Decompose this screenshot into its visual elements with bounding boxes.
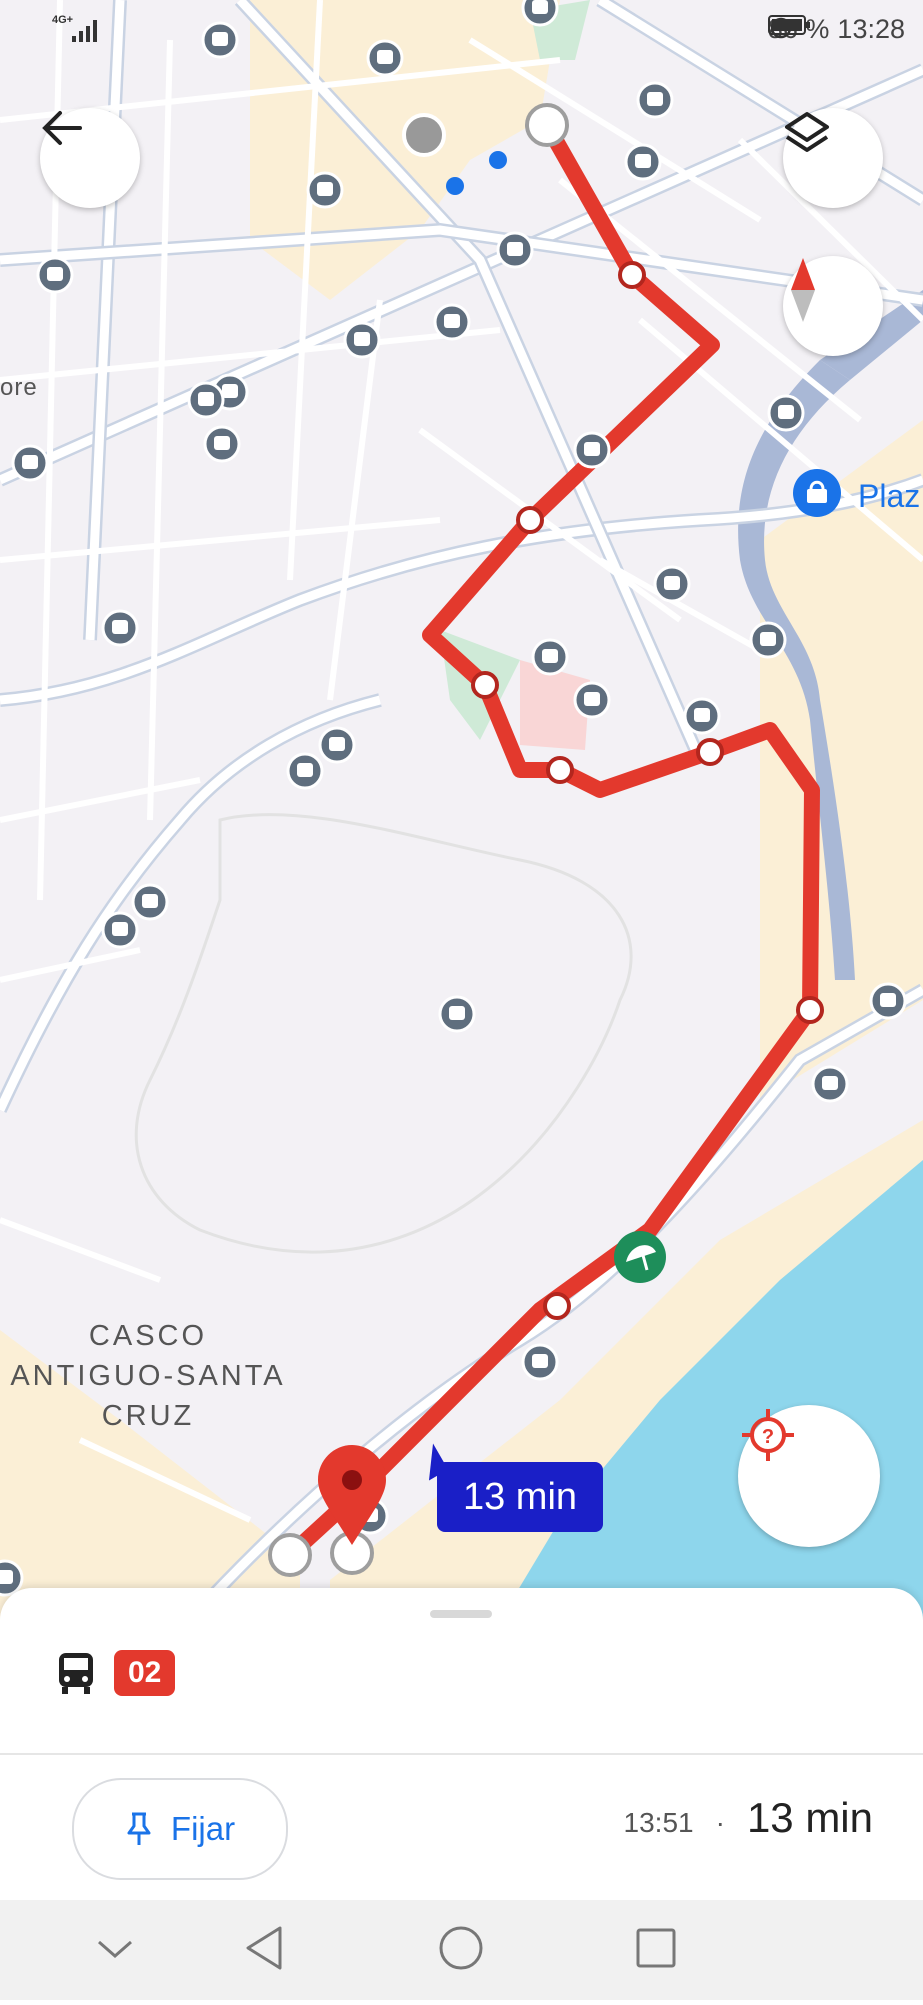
bus-stop-icon bbox=[101, 911, 139, 949]
bus-stop-icon bbox=[343, 321, 381, 359]
minor-road bbox=[0, 1217, 162, 1283]
bus-stop-icon bbox=[203, 425, 241, 463]
route-start-marker bbox=[525, 103, 569, 147]
compass-button[interactable] bbox=[783, 256, 883, 356]
bus-stop-icon bbox=[306, 171, 344, 209]
route-number-badge: 02 bbox=[114, 1650, 176, 1696]
bus-stop-icon bbox=[438, 995, 476, 1033]
home-icon[interactable] bbox=[439, 1926, 483, 1970]
bus-stop-icon bbox=[683, 697, 721, 735]
shopping-bag-icon bbox=[793, 469, 841, 517]
network-type: 4G+ bbox=[52, 14, 74, 26]
major-road-fill bbox=[85, 0, 125, 641]
previous-location-marker bbox=[402, 113, 446, 157]
back-arrow-icon bbox=[42, 111, 82, 145]
route-stop-marker bbox=[546, 756, 574, 784]
bus-stop-icon bbox=[286, 752, 324, 790]
bus-stop-icon bbox=[573, 681, 611, 719]
minor-road bbox=[327, 299, 383, 701]
recents-icon[interactable] bbox=[636, 1928, 676, 1968]
duration-callout: 13 min bbox=[437, 1462, 603, 1532]
layers-button[interactable] bbox=[783, 108, 883, 208]
system-navigation-bar bbox=[0, 1900, 923, 2000]
bus-stop-icon bbox=[573, 431, 611, 469]
bus-stop-icon bbox=[131, 883, 169, 921]
place-label-plaza[interactable]: Plaz bbox=[858, 478, 920, 515]
route-summary[interactable]: 02 bbox=[56, 1650, 176, 1696]
bus-stop-icon bbox=[531, 638, 569, 676]
back-button[interactable] bbox=[40, 108, 140, 208]
minor-road bbox=[0, 777, 201, 823]
collapse-icon[interactable] bbox=[98, 1940, 132, 1958]
battery-icon bbox=[767, 15, 810, 35]
signal-icon bbox=[72, 20, 97, 42]
arrival-time: 13:51 bbox=[623, 1807, 694, 1838]
bus-stop-icon bbox=[653, 565, 691, 603]
bus-stop-icon bbox=[433, 303, 471, 341]
route-stop-marker bbox=[618, 261, 646, 289]
svg-text:?: ? bbox=[762, 1426, 774, 1448]
sheet-drag-handle[interactable] bbox=[430, 1610, 492, 1618]
major-road bbox=[0, 693, 382, 1113]
bus-stop-icon bbox=[187, 381, 225, 419]
my-location-dot bbox=[489, 151, 507, 169]
bus-stop-icon bbox=[749, 621, 787, 659]
bus-stop-icon bbox=[36, 256, 74, 294]
bus-stop-icon bbox=[496, 231, 534, 269]
route-stop-marker bbox=[696, 738, 724, 766]
locate-icon: ? bbox=[742, 1409, 794, 1461]
back-icon[interactable] bbox=[246, 1926, 282, 1970]
pin-icon bbox=[127, 1812, 151, 1845]
compass-icon bbox=[791, 258, 815, 322]
eta-separator: · bbox=[715, 1807, 725, 1838]
bus-stop-icon bbox=[869, 982, 907, 1020]
route-stop-marker bbox=[471, 671, 499, 699]
bus-stop-icon bbox=[318, 726, 356, 764]
clock: 13:28 bbox=[837, 14, 905, 44]
bus-stop-icon bbox=[521, 1343, 559, 1381]
beach-icon bbox=[614, 1231, 666, 1283]
route-stop-marker bbox=[796, 996, 824, 1024]
major-road-fill bbox=[0, 695, 382, 1112]
locate-button[interactable]: ? bbox=[738, 1405, 880, 1547]
partial-place-label-left: ore bbox=[0, 374, 38, 401]
route-stop-marker bbox=[516, 506, 544, 534]
route-stop-marker bbox=[543, 1292, 571, 1320]
sheet-divider bbox=[0, 1753, 923, 1755]
hill-contour bbox=[134, 813, 633, 1254]
bus-stop-icon bbox=[767, 394, 805, 432]
bus-stop-icon bbox=[636, 81, 674, 119]
pin-trip-button[interactable]: Fijar bbox=[72, 1778, 288, 1880]
bus-stop-icon bbox=[11, 444, 49, 482]
district-label: CASCO ANTIGUO-SANTA CRUZ bbox=[10, 1320, 286, 1432]
bus-stop-icon bbox=[624, 143, 662, 181]
sea-area bbox=[500, 1160, 923, 1620]
bus-icon bbox=[59, 1653, 93, 1694]
trip-duration: 13 min bbox=[746, 1794, 873, 1841]
location-trail-dot bbox=[446, 177, 464, 195]
bus-stop-icon bbox=[101, 609, 139, 647]
pin-trip-label: Fijar bbox=[170, 1810, 236, 1847]
bottom-sheet[interactable]: 02 Fijar 13:51 · 13 min bbox=[0, 1588, 923, 1900]
status-bar: 4G+ 86 % 13:28 bbox=[0, 0, 923, 60]
minor-road bbox=[0, 517, 441, 563]
minor-road bbox=[147, 39, 173, 821]
layers-icon bbox=[785, 112, 829, 152]
bus-stop-icon bbox=[811, 1065, 849, 1103]
trip-eta: 13:51 · 13 min bbox=[624, 1794, 873, 1842]
map-view[interactable]: 4G+ 86 % 13:28 bbox=[0, 0, 923, 1620]
destination-point bbox=[268, 1533, 312, 1577]
